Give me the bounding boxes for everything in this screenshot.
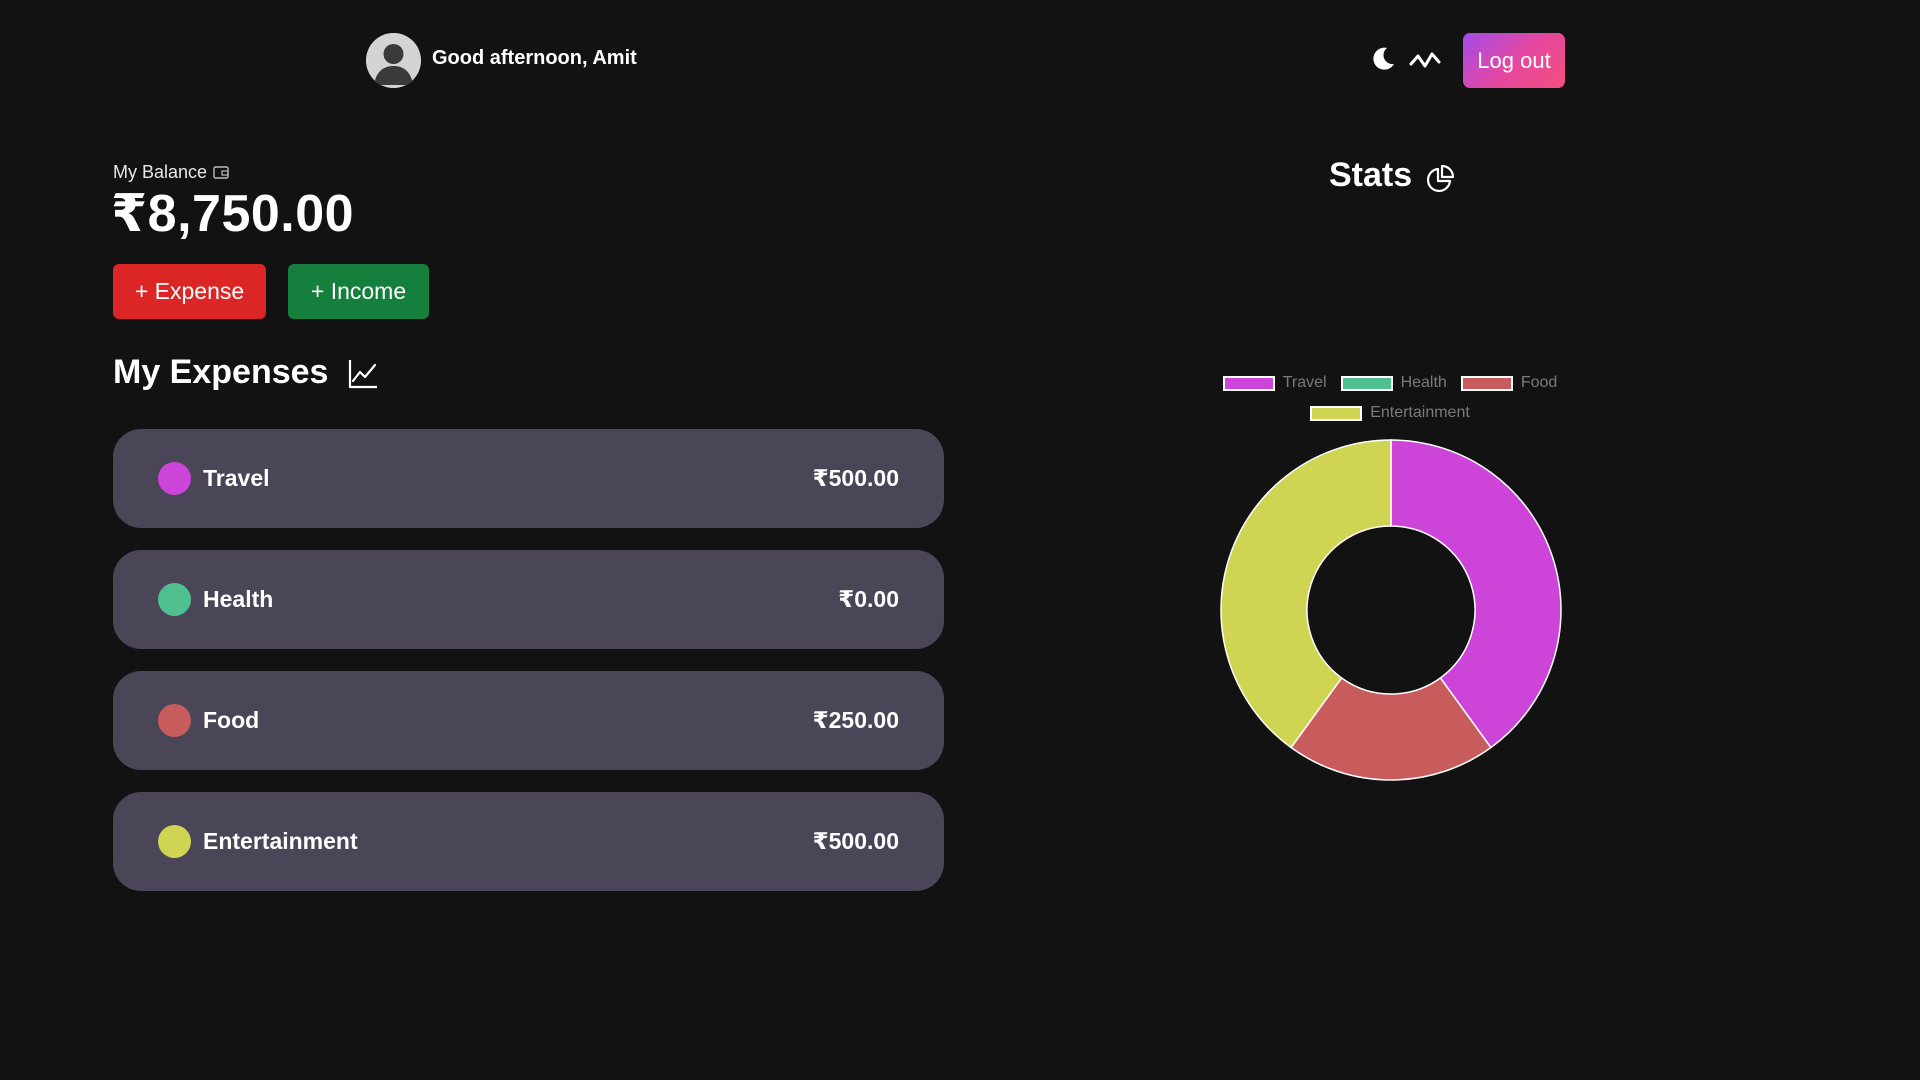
expense-amount: ₹250.00 [812, 707, 899, 733]
legend-label: Food [1520, 374, 1558, 391]
category-color-dot [158, 462, 191, 495]
expense-name: Health [203, 586, 274, 612]
expense-item-health[interactable]: Health ₹0.00 [113, 550, 944, 649]
legend-swatch [1310, 405, 1363, 421]
greeting-text: Good afternoon, Amit [432, 47, 637, 69]
legend-label: Entertainment [1370, 404, 1470, 421]
pie-chart-icon [1426, 164, 1455, 193]
legend-swatch [1460, 375, 1513, 391]
balance-label-text: My Balance [113, 162, 208, 182]
expense-item-food[interactable]: Food ₹250.00 [113, 671, 944, 770]
avatar [366, 33, 421, 88]
expense-item-travel[interactable]: Travel ₹500.00 [113, 429, 944, 528]
line-chart-icon [348, 360, 377, 389]
legend-swatch [1340, 375, 1393, 391]
expense-amount: ₹0.00 [838, 586, 899, 612]
legend-item-food[interactable]: Food [1460, 374, 1558, 392]
expense-amount: ₹500.00 [812, 465, 899, 491]
expense-name: Travel [203, 465, 270, 491]
category-color-dot [158, 583, 191, 616]
wallet-icon [213, 166, 229, 179]
expense-donut-chart [1220, 439, 1562, 781]
balance-label: My Balance [113, 162, 229, 183]
legend-label: Health [1400, 374, 1447, 391]
pulse-icon[interactable] [1409, 48, 1441, 72]
chart-legend: Travel Health Food Entertainment [1200, 374, 1580, 434]
expense-list: Travel ₹500.00 Health ₹0.00 Food ₹250.00… [113, 429, 944, 913]
logout-button[interactable]: Log out [1463, 33, 1565, 88]
stats-title: Stats [1329, 156, 1413, 194]
category-color-dot [158, 825, 191, 858]
legend-item-entertainment[interactable]: Entertainment [1310, 404, 1470, 422]
add-income-button[interactable]: + Income [288, 264, 429, 319]
legend-item-travel[interactable]: Travel [1222, 374, 1327, 392]
expenses-title: My Expenses [113, 353, 329, 391]
expense-name: Food [203, 707, 260, 733]
expense-item-entertainment[interactable]: Entertainment ₹500.00 [113, 792, 944, 891]
category-color-dot [158, 704, 191, 737]
balance-value: ₹8,750.00 [111, 185, 355, 243]
moon-icon[interactable] [1370, 46, 1396, 72]
legend-item-health[interactable]: Health [1340, 374, 1447, 392]
user-silhouette-icon [366, 33, 421, 88]
expense-name: Entertainment [203, 828, 358, 854]
legend-label: Travel [1282, 374, 1327, 391]
legend-swatch [1222, 375, 1275, 391]
expense-amount: ₹500.00 [812, 828, 899, 854]
add-expense-button[interactable]: + Expense [113, 264, 266, 319]
